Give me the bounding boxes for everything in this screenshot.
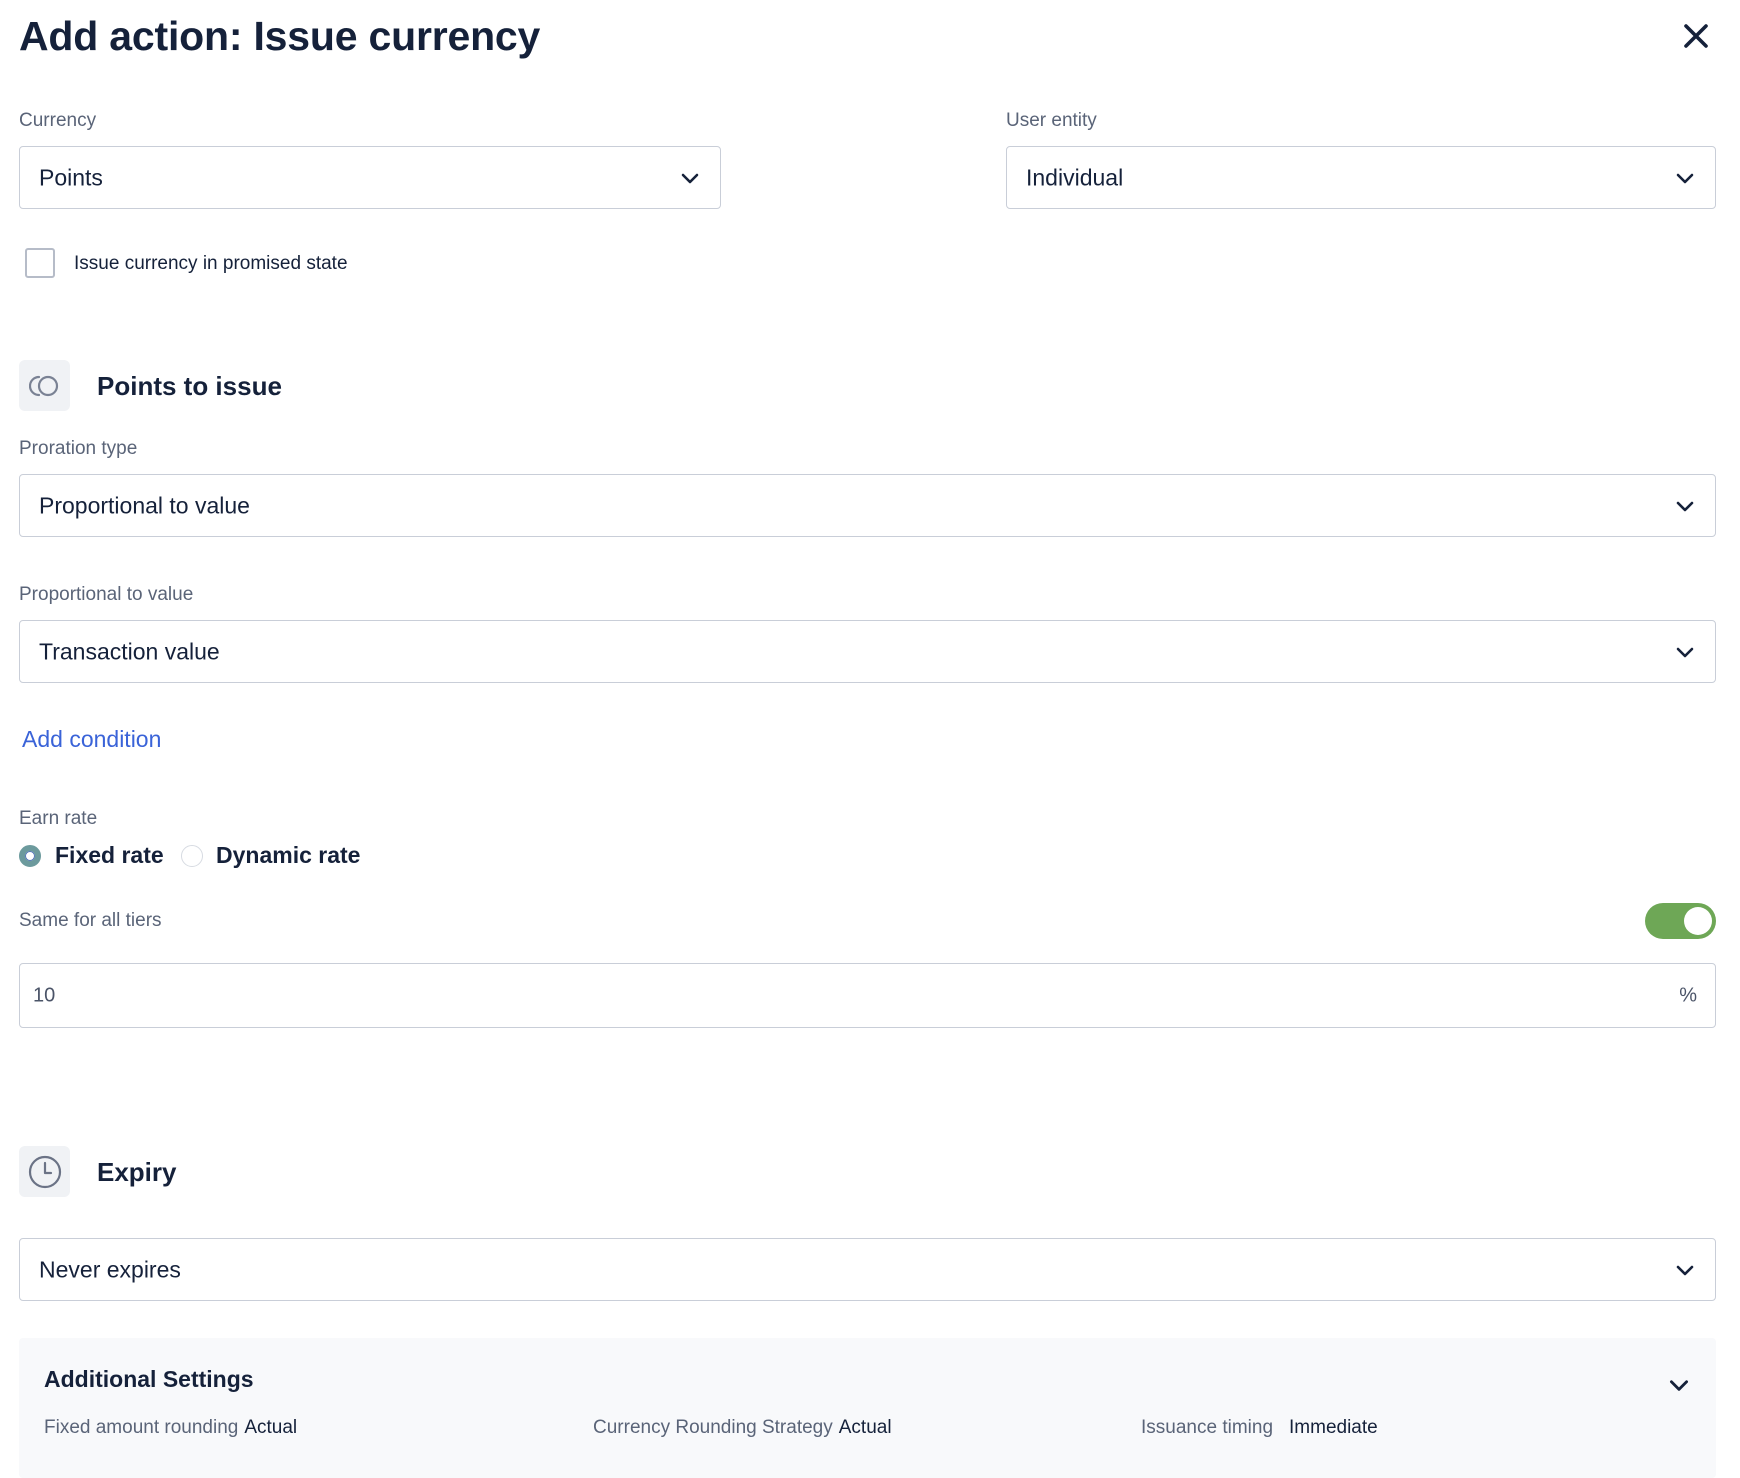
currency-label: Currency	[19, 110, 97, 131]
percent-suffix: %	[1679, 984, 1697, 1006]
dynamic-rate-radio[interactable]	[181, 845, 203, 867]
earn-rate-input[interactable]: 10 %	[19, 963, 1716, 1028]
user-entity-label: User entity	[1006, 110, 1097, 131]
proration-type-select-value: Proportional to value	[39, 492, 250, 518]
points-section-title: Points to issue	[97, 371, 282, 401]
chevron-down-icon	[681, 173, 699, 183]
chevron-down-icon	[1676, 1265, 1694, 1275]
currency-rounding-strategy: Currency Rounding Strategy Actual	[593, 1417, 892, 1439]
same-for-all-tiers-label: Same for all tiers	[19, 910, 162, 931]
promised-state-checkbox[interactable]	[25, 248, 55, 278]
promised-state-label: Issue currency in promised state	[74, 253, 348, 274]
setting-value: Immediate	[1289, 1417, 1378, 1438]
same-for-all-tiers-toggle[interactable]	[1645, 903, 1716, 939]
user-entity-select[interactable]: Individual	[1006, 146, 1716, 209]
additional-settings-title: Additional Settings	[44, 1366, 254, 1392]
issuance-timing: Issuance timing Immediate	[1141, 1417, 1378, 1439]
dialog-header: Add action: Issue currency	[19, 0, 1716, 80]
proportional-to-select[interactable]: Transaction value	[19, 620, 1716, 683]
chevron-down-icon	[1676, 173, 1694, 183]
expiry-section-icon-box	[19, 1146, 70, 1197]
expiry-section-title: Expiry	[97, 1157, 177, 1187]
dynamic-rate-label[interactable]: Dynamic rate	[216, 842, 360, 869]
setting-key: Fixed amount rounding	[44, 1417, 239, 1438]
setting-value: Actual	[838, 1417, 892, 1438]
fixed-amount-rounding: Fixed amount rounding Actual	[44, 1417, 297, 1439]
page-title: Add action: Issue currency	[19, 13, 541, 59]
setting-value: Actual	[244, 1417, 298, 1438]
currency-select[interactable]: Points	[19, 146, 721, 209]
proportional-to-label: Proportional to value	[19, 584, 194, 605]
chevron-down-icon[interactable]	[1666, 1372, 1692, 1398]
close-icon	[1684, 24, 1708, 48]
chevron-down-icon	[1676, 501, 1694, 511]
clock-icon	[28, 1155, 61, 1188]
user-entity-select-value: Individual	[1026, 164, 1124, 190]
coins-icon	[28, 375, 58, 396]
fixed-rate-label[interactable]: Fixed rate	[55, 842, 164, 869]
expiry-select-value: Never expires	[39, 1256, 181, 1282]
earn-rate-input-value: 10	[33, 984, 56, 1006]
add-condition-link[interactable]: Add condition	[22, 726, 161, 753]
fixed-rate-radio[interactable]	[19, 845, 41, 867]
currency-select-value: Points	[39, 164, 103, 190]
toggle-knob	[1684, 907, 1712, 935]
chevron-down-icon	[1676, 647, 1694, 657]
additional-settings-panel: Additional Settings Fixed amount roundin…	[19, 1338, 1716, 1478]
proration-type-select[interactable]: Proportional to value	[19, 474, 1716, 537]
points-section-icon-box	[19, 360, 70, 411]
proration-type-label: Proration type	[19, 438, 138, 459]
setting-key: Currency Rounding Strategy	[593, 1417, 833, 1438]
setting-key: Issuance timing	[1141, 1417, 1274, 1438]
earn-rate-label: Earn rate	[19, 808, 98, 829]
expiry-select[interactable]: Never expires	[19, 1238, 1716, 1301]
close-button[interactable]	[1676, 16, 1716, 56]
proportional-to-select-value: Transaction value	[39, 638, 220, 664]
